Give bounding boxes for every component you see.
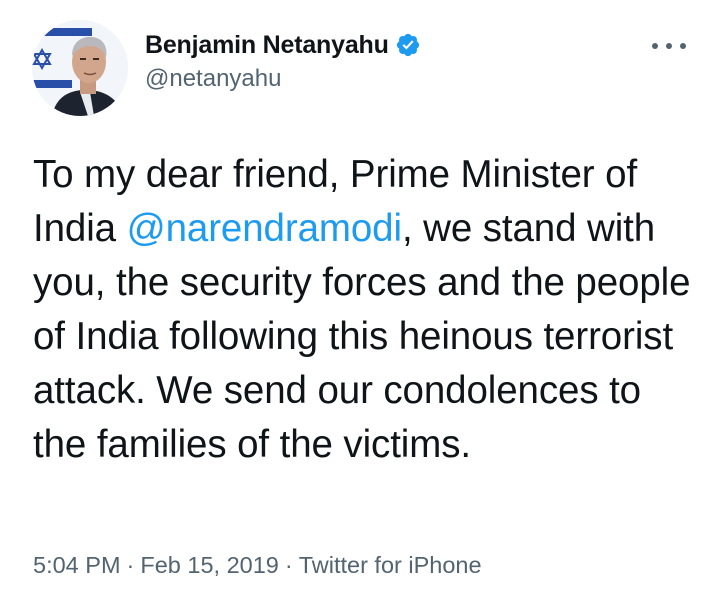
more-dot: [680, 43, 686, 49]
verified-badge-icon: [395, 32, 421, 58]
avatar[interactable]: [32, 20, 128, 116]
meta-separator: ·: [284, 552, 293, 578]
more-dot: [652, 43, 658, 49]
author-handle[interactable]: @netanyahu: [145, 65, 421, 93]
meta-separator: ·: [126, 552, 135, 578]
more-dot: [666, 43, 672, 49]
tweet-date[interactable]: Feb 15, 2019: [140, 552, 279, 578]
tweet-source[interactable]: Twitter for iPhone: [299, 552, 482, 578]
tweet-header: Benjamin Netanyahu @netanyahu: [32, 20, 702, 120]
tweet-meta: 5:04 PM · Feb 15, 2019 · Twitter for iPhone: [33, 552, 482, 579]
avatar-image: [32, 20, 128, 116]
more-options-icon[interactable]: [652, 38, 686, 54]
display-name[interactable]: Benjamin Netanyahu: [145, 31, 389, 60]
author-names: Benjamin Netanyahu @netanyahu: [145, 28, 421, 93]
tweet-time[interactable]: 5:04 PM: [33, 552, 121, 578]
mention-link[interactable]: @narendramodi: [127, 207, 402, 250]
display-name-row: Benjamin Netanyahu: [145, 28, 421, 62]
tweet-text: To my dear friend, Prime Minister of Ind…: [33, 148, 703, 472]
tweet-card: Benjamin Netanyahu @netanyahu To my dear…: [0, 0, 720, 606]
